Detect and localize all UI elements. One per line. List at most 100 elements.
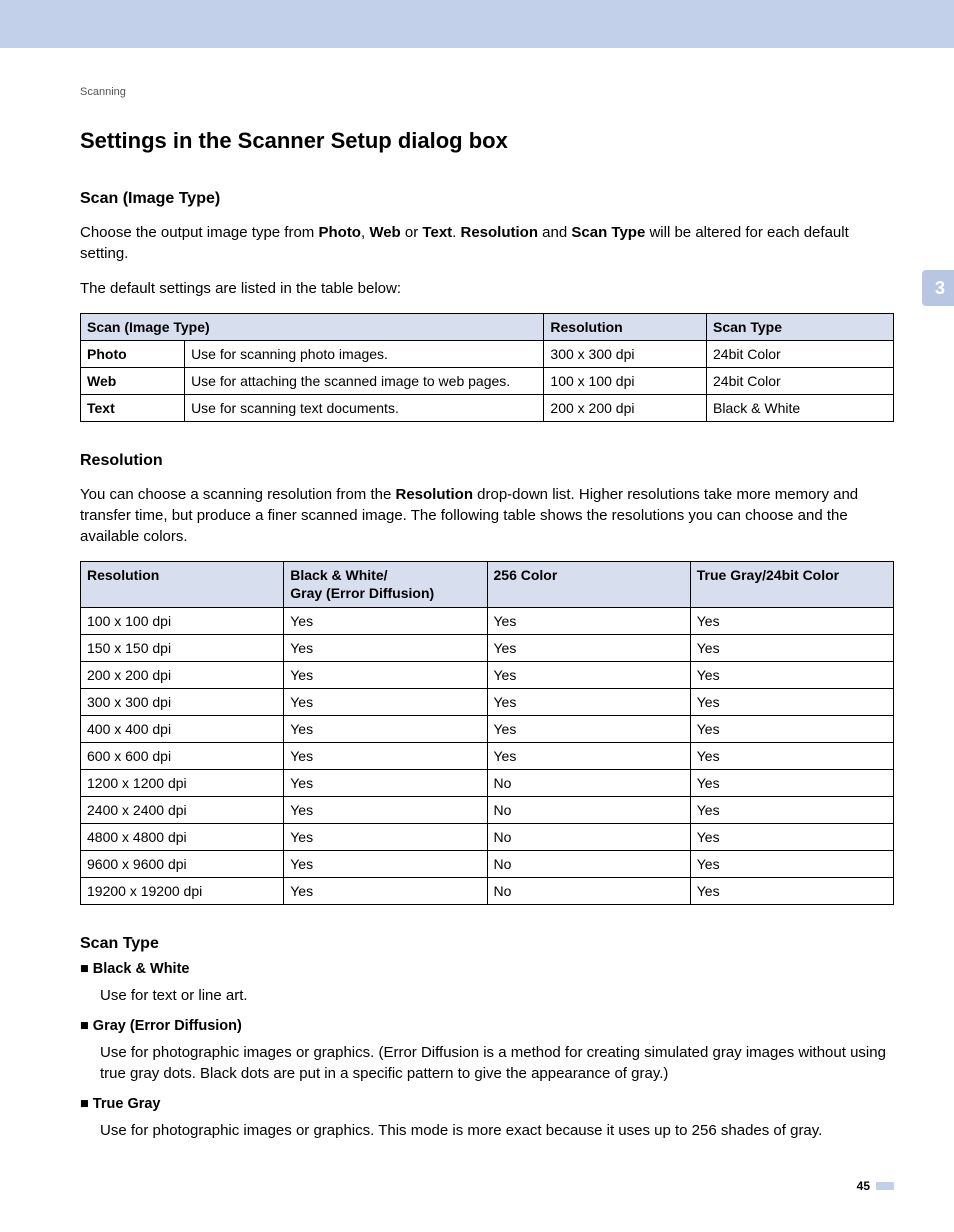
resolution-table: Resolution Black & White/ Gray (Error Di… [80, 561, 894, 905]
cell: 200 x 200 dpi [81, 662, 284, 689]
list-item: Black & White Use for text or line art. [80, 961, 894, 1006]
text-bold: Resolution [395, 486, 473, 503]
cell: Yes [284, 662, 487, 689]
cell: 100 x 100 dpi [544, 368, 707, 395]
cell: No [487, 878, 690, 905]
cell: Yes [690, 635, 893, 662]
cell: 2400 x 2400 dpi [81, 797, 284, 824]
cell: No [487, 824, 690, 851]
scan-type-list: Black & White Use for text or line art. Gr… [80, 961, 894, 1141]
text: Black & White/ [290, 567, 387, 583]
page-number-wrap: 45 [857, 1179, 894, 1193]
cell: Yes [487, 608, 690, 635]
table-header-row: Resolution Black & White/ Gray (Error Di… [81, 562, 894, 608]
cell: Yes [690, 824, 893, 851]
table-row: 100 x 100 dpiYesYesYes [81, 608, 894, 635]
cell: 600 x 600 dpi [81, 743, 284, 770]
section-scan-image-type-heading: Scan (Image Type) [80, 190, 894, 208]
table-row: 200 x 200 dpiYesYesYes [81, 662, 894, 689]
cell: Yes [284, 635, 487, 662]
text: Choose the output image type from [80, 224, 318, 241]
text: or [401, 224, 423, 241]
cell: Use for scanning text documents. [185, 395, 544, 422]
page-content: 3 Scanning Settings in the Scanner Setup… [0, 48, 954, 1141]
cell: Yes [690, 716, 893, 743]
cell: Yes [690, 743, 893, 770]
table-header-row: Scan (Image Type) Resolution Scan Type [81, 314, 894, 341]
table-row: Web Use for attaching the scanned image … [81, 368, 894, 395]
cell: Yes [284, 608, 487, 635]
text: You can choose a scanning resolution fro… [80, 486, 395, 503]
list-item-label: Gray (Error Diffusion) [80, 1018, 894, 1034]
list-item: Gray (Error Diffusion) Use for photograph… [80, 1018, 894, 1084]
cell: Yes [284, 716, 487, 743]
th-resolution: Resolution [81, 562, 284, 608]
table-row: 400 x 400 dpiYesYesYes [81, 716, 894, 743]
list-item-desc: Use for photographic images or graphics.… [100, 1042, 894, 1084]
cell: Yes [487, 743, 690, 770]
section-resolution-heading: Resolution [80, 452, 894, 470]
table-row: 2400 x 2400 dpiYesNoYes [81, 797, 894, 824]
cell: No [487, 797, 690, 824]
cell: Black & White [707, 395, 894, 422]
cell: Yes [690, 851, 893, 878]
cell: Yes [690, 662, 893, 689]
cell: Yes [284, 824, 487, 851]
cell: 1200 x 1200 dpi [81, 770, 284, 797]
table-row: 600 x 600 dpiYesYesYes [81, 743, 894, 770]
text: . [452, 224, 460, 241]
cell: Yes [284, 689, 487, 716]
th-scan-type: Scan Type [707, 314, 894, 341]
cell: Yes [690, 797, 893, 824]
scan-image-type-table: Scan (Image Type) Resolution Scan Type P… [80, 313, 894, 422]
chapter-tab: 3 [922, 270, 954, 306]
cell: Yes [690, 770, 893, 797]
section-scan-type-heading: Scan Type [80, 935, 894, 953]
cell: No [487, 851, 690, 878]
cell: 300 x 300 dpi [544, 341, 707, 368]
cell: Yes [487, 689, 690, 716]
cell: 4800 x 4800 dpi [81, 824, 284, 851]
list-item-label: Black & White [80, 961, 894, 977]
list-item-desc: Use for photographic images or graphics.… [100, 1120, 894, 1141]
cell: Yes [690, 608, 893, 635]
table-row: 4800 x 4800 dpiYesNoYes [81, 824, 894, 851]
cell: 300 x 300 dpi [81, 689, 284, 716]
text-bold: Text [422, 224, 452, 241]
list-item-label: True Gray [80, 1096, 894, 1112]
cell: Yes [487, 662, 690, 689]
cell: Use for attaching the scanned image to w… [185, 368, 544, 395]
cell: 200 x 200 dpi [544, 395, 707, 422]
cell: Yes [284, 851, 487, 878]
cell: 150 x 150 dpi [81, 635, 284, 662]
cell: 24bit Color [707, 368, 894, 395]
table-row: Text Use for scanning text documents. 20… [81, 395, 894, 422]
header-bar [0, 0, 954, 48]
list-item-desc: Use for text or line art. [100, 985, 894, 1006]
page-title: Settings in the Scanner Setup dialog box [80, 128, 894, 154]
cell: Yes [690, 689, 893, 716]
cell: No [487, 770, 690, 797]
cell: 400 x 400 dpi [81, 716, 284, 743]
cell: Photo [81, 341, 185, 368]
table-row: 19200 x 19200 dpiYesNoYes [81, 878, 894, 905]
cell: Use for scanning photo images. [185, 341, 544, 368]
cell: 9600 x 9600 dpi [81, 851, 284, 878]
cell: Yes [487, 635, 690, 662]
cell: Text [81, 395, 185, 422]
text-bold: Web [369, 224, 400, 241]
cell: Yes [487, 716, 690, 743]
table-row: 1200 x 1200 dpiYesNoYes [81, 770, 894, 797]
text: Gray (Error Diffusion) [290, 585, 434, 601]
table-row: Photo Use for scanning photo images. 300… [81, 341, 894, 368]
text-bold: Resolution [461, 224, 539, 241]
cell: 100 x 100 dpi [81, 608, 284, 635]
breadcrumb: Scanning [80, 86, 894, 98]
cell: Web [81, 368, 185, 395]
th-bw-gray: Black & White/ Gray (Error Diffusion) [284, 562, 487, 608]
cell: Yes [284, 797, 487, 824]
scan-image-type-intro-2: The default settings are listed in the t… [80, 278, 894, 299]
scan-image-type-intro-1: Choose the output image type from Photo,… [80, 222, 894, 264]
cell: Yes [284, 770, 487, 797]
page-number-mark-icon [876, 1182, 894, 1190]
